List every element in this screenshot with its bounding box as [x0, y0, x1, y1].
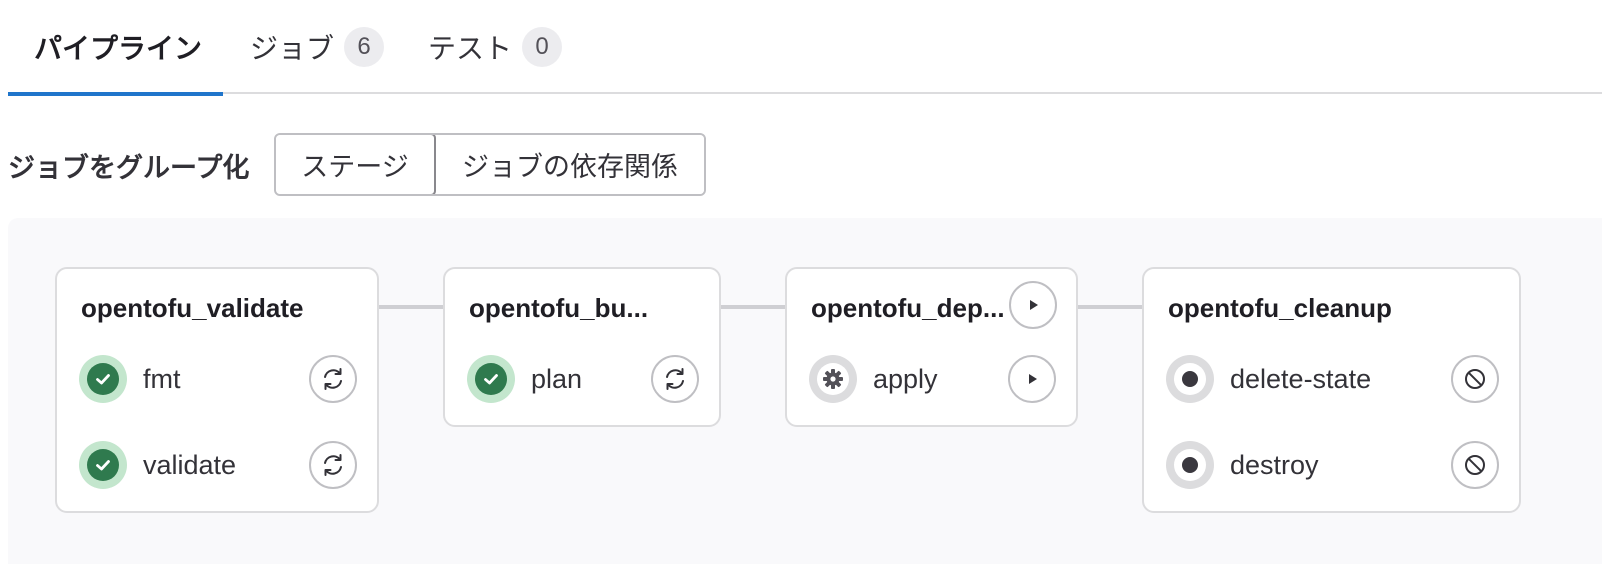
stage-title: opentofu_bu... [469, 293, 649, 323]
cancel-icon[interactable] [1451, 355, 1499, 403]
retry-icon[interactable] [309, 355, 357, 403]
stage-opentofu-validate: opentofu_validate fmt validate [55, 267, 379, 513]
dot-icon [1182, 371, 1198, 387]
job-plan[interactable]: plan [467, 355, 699, 403]
play-icon[interactable] [1008, 355, 1056, 403]
play-icon[interactable] [1009, 281, 1057, 329]
stage-title: opentofu_validate [81, 293, 304, 323]
check-icon [87, 363, 119, 395]
job-apply[interactable]: apply [809, 355, 1056, 403]
job-delete-state[interactable]: delete-state [1166, 355, 1499, 403]
tab-tests[interactable]: テスト 0 [428, 0, 563, 94]
tab-pipeline[interactable]: パイプライン [8, 0, 223, 96]
job-name: destroy [1230, 449, 1319, 480]
status-success [467, 355, 515, 403]
status-success [79, 355, 127, 403]
tab-jobs[interactable]: ジョブ 6 [250, 0, 385, 94]
stage-opentofu-build: opentofu_bu... plan [443, 267, 721, 427]
group-by-stage-button[interactable]: ステージ [276, 135, 436, 194]
job-destroy[interactable]: destroy [1166, 441, 1499, 489]
stage-connector [378, 305, 444, 309]
job-name: delete-state [1230, 363, 1372, 394]
stage-opentofu-cleanup: opentofu_cleanup delete-state destroy [1142, 267, 1521, 513]
tab-tests-label: テスト [428, 33, 513, 64]
stage-title: opentofu_dep... [811, 293, 1005, 323]
status-created [1166, 355, 1214, 403]
check-icon [87, 449, 119, 481]
stage-opentofu-deploy: opentofu_dep... apply [785, 267, 1078, 427]
job-name: apply [873, 363, 938, 394]
dot-icon [1182, 457, 1198, 473]
status-manual [809, 355, 857, 403]
job-name: plan [531, 363, 583, 394]
stage-connector [720, 305, 786, 309]
cancel-icon[interactable] [1451, 441, 1499, 489]
status-created [1166, 441, 1214, 489]
job-name: validate [143, 449, 237, 480]
retry-icon[interactable] [309, 441, 357, 489]
tests-count-badge: 0 [522, 27, 563, 67]
job-fmt[interactable]: fmt [79, 355, 357, 403]
check-icon [475, 363, 507, 395]
gear-icon [817, 363, 849, 395]
stage-connector [1077, 305, 1143, 309]
tab-pipeline-label: パイプライン [34, 33, 203, 64]
group-by-needs-button[interactable]: ジョブの依存関係 [436, 135, 704, 194]
job-validate[interactable]: validate [79, 441, 357, 489]
retry-icon[interactable] [651, 355, 699, 403]
status-success [79, 441, 127, 489]
job-name: fmt [143, 363, 181, 394]
jobs-count-badge: 6 [344, 27, 385, 67]
group-by-toggle: ステージ ジョブの依存関係 [274, 133, 706, 196]
group-by-label: ジョブをグループ化 [8, 153, 250, 183]
tab-bar: パイプライン ジョブ 6 テスト 0 [8, 0, 1602, 96]
stage-title: opentofu_cleanup [1168, 293, 1392, 323]
tab-jobs-label: ジョブ [250, 33, 335, 64]
